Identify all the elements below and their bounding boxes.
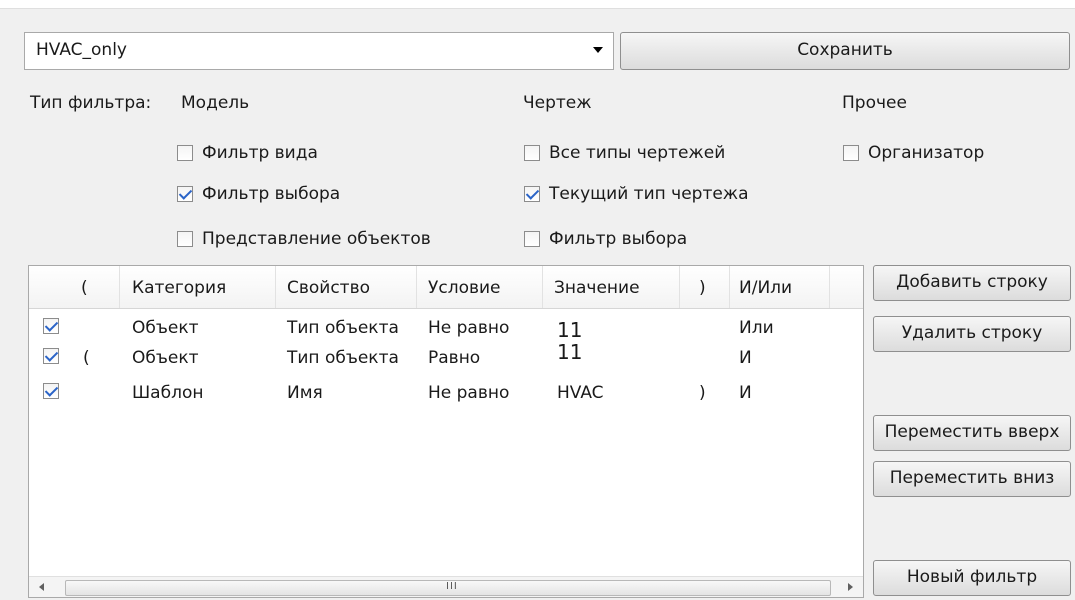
row-open-paren[interactable]: ( bbox=[83, 348, 90, 368]
row-condition[interactable]: Равно bbox=[428, 348, 480, 368]
object-representation-label: Представление объектов bbox=[202, 229, 431, 249]
row-value[interactable]: HVAC bbox=[557, 383, 604, 403]
scrollbar-thumb[interactable]: III bbox=[65, 580, 831, 596]
move-up-button[interactable]: Переместить вверх bbox=[873, 415, 1071, 451]
row-property[interactable]: Имя bbox=[287, 383, 323, 403]
current-drawing-type-checkbox[interactable] bbox=[524, 186, 540, 202]
row-enabled-checkbox[interactable] bbox=[43, 383, 59, 399]
scroll-left-arrow-icon[interactable] bbox=[39, 583, 44, 591]
group-title-other: Прочее bbox=[842, 93, 907, 113]
checkbox-organizer[interactable]: Организатор bbox=[843, 143, 1043, 165]
row-property[interactable]: Тип объекта bbox=[287, 348, 399, 368]
selection-filter-drawing-label: Фильтр выбора bbox=[549, 229, 688, 249]
checkbox-object-representation[interactable]: Представление объектов bbox=[177, 229, 497, 251]
all-drawing-types-checkbox[interactable] bbox=[524, 145, 540, 161]
column-header-and-or[interactable]: И/Или bbox=[739, 278, 792, 298]
object-representation-checkbox[interactable] bbox=[177, 231, 193, 247]
save-button[interactable]: Сохранить bbox=[620, 32, 1070, 70]
add-row-button[interactable]: Добавить строку bbox=[873, 265, 1071, 301]
column-header-category[interactable]: Категория bbox=[132, 278, 226, 298]
column-separator bbox=[119, 266, 120, 308]
column-separator bbox=[829, 266, 830, 308]
column-separator bbox=[275, 266, 276, 308]
filter-name-value: HVAC_only bbox=[36, 40, 127, 60]
view-filter-checkbox[interactable] bbox=[177, 145, 193, 161]
row-close-paren[interactable]: ) bbox=[699, 383, 706, 403]
table-row[interactable]: Шаблон Имя Не равно HVAC ) И bbox=[29, 381, 863, 405]
group-title-model: Модель bbox=[181, 93, 250, 113]
view-filter-label: Фильтр вида bbox=[202, 143, 318, 163]
column-separator bbox=[679, 266, 680, 308]
column-header-condition[interactable]: Условие bbox=[428, 278, 501, 298]
new-filter-button[interactable]: Новый фильтр bbox=[873, 560, 1071, 596]
move-down-button[interactable]: Переместить вниз bbox=[873, 461, 1071, 497]
row-value[interactable]: 11 bbox=[557, 340, 582, 364]
column-separator bbox=[542, 266, 543, 308]
row-category[interactable]: Объект bbox=[132, 348, 199, 368]
filter-name-dropdown[interactable]: HVAC_only bbox=[24, 32, 614, 70]
filter-type-label: Тип фильтра: bbox=[30, 93, 152, 113]
row-property[interactable]: Тип объекта bbox=[287, 318, 399, 338]
row-category[interactable]: Шаблон bbox=[132, 383, 203, 403]
add-row-button-label: Добавить строку bbox=[896, 272, 1048, 292]
filter-rules-table[interactable]: ( Категория Свойство Условие Значение ) … bbox=[28, 265, 864, 598]
organizer-checkbox[interactable] bbox=[843, 145, 859, 161]
row-enabled-checkbox[interactable] bbox=[43, 318, 59, 334]
all-drawing-types-label: Все типы чертежей bbox=[549, 143, 726, 163]
save-button-label: Сохранить bbox=[797, 40, 893, 60]
group-title-drawing: Чертеж bbox=[523, 93, 592, 113]
top-edge bbox=[0, 0, 1075, 9]
table-header: ( Категория Свойство Условие Значение ) … bbox=[29, 266, 863, 309]
row-condition[interactable]: Не равно bbox=[428, 383, 509, 403]
table-row[interactable]: ( Объект Тип объекта Равно 11 И bbox=[29, 340, 863, 370]
column-separator bbox=[729, 266, 730, 308]
row-value[interactable]: 11 bbox=[557, 318, 582, 342]
delete-row-button-label: Удалить строку bbox=[901, 323, 1043, 343]
row-and-or[interactable]: И bbox=[739, 348, 752, 368]
organizer-label: Организатор bbox=[868, 143, 985, 163]
row-enabled-checkbox[interactable] bbox=[43, 348, 59, 364]
move-up-button-label: Переместить вверх bbox=[884, 422, 1060, 442]
scrollbar-grip: III bbox=[446, 581, 458, 592]
selection-filter-drawing-checkbox[interactable] bbox=[524, 231, 540, 247]
selection-filter-model-checkbox[interactable] bbox=[177, 186, 193, 202]
move-down-button-label: Переместить вниз bbox=[889, 468, 1055, 488]
new-filter-button-label: Новый фильтр bbox=[906, 567, 1038, 587]
selection-filter-model-label: Фильтр выбора bbox=[202, 184, 341, 204]
column-separator bbox=[416, 266, 417, 308]
row-condition[interactable]: Не равно bbox=[428, 318, 509, 338]
row-category[interactable]: Объект bbox=[132, 318, 199, 338]
current-drawing-type-label: Текущий тип чертежа bbox=[549, 184, 749, 204]
delete-row-button[interactable]: Удалить строку bbox=[873, 316, 1071, 352]
checkbox-selection-filter-drawing[interactable]: Фильтр выбора bbox=[524, 229, 804, 251]
column-header-open-paren[interactable]: ( bbox=[81, 278, 88, 298]
scroll-right-arrow-icon[interactable] bbox=[848, 583, 853, 591]
column-header-value[interactable]: Значение bbox=[554, 278, 640, 298]
checkbox-view-filter[interactable]: Фильтр вида bbox=[177, 143, 477, 165]
column-header-property[interactable]: Свойство bbox=[287, 278, 370, 298]
checkbox-selection-filter-model[interactable]: Фильтр выбора bbox=[177, 184, 477, 206]
column-header-close-paren[interactable]: ) bbox=[699, 278, 706, 298]
horizontal-scrollbar[interactable]: III bbox=[29, 576, 863, 597]
chevron-down-icon[interactable] bbox=[593, 47, 603, 53]
row-and-or[interactable]: Или bbox=[739, 318, 774, 338]
row-and-or[interactable]: И bbox=[739, 383, 752, 403]
checkbox-current-drawing-type[interactable]: Текущий тип чертежа bbox=[524, 184, 824, 206]
checkbox-all-drawing-types[interactable]: Все типы чертежей bbox=[524, 143, 804, 165]
table-row[interactable]: Объект Тип объекта Не равно 11 Или bbox=[29, 316, 863, 342]
